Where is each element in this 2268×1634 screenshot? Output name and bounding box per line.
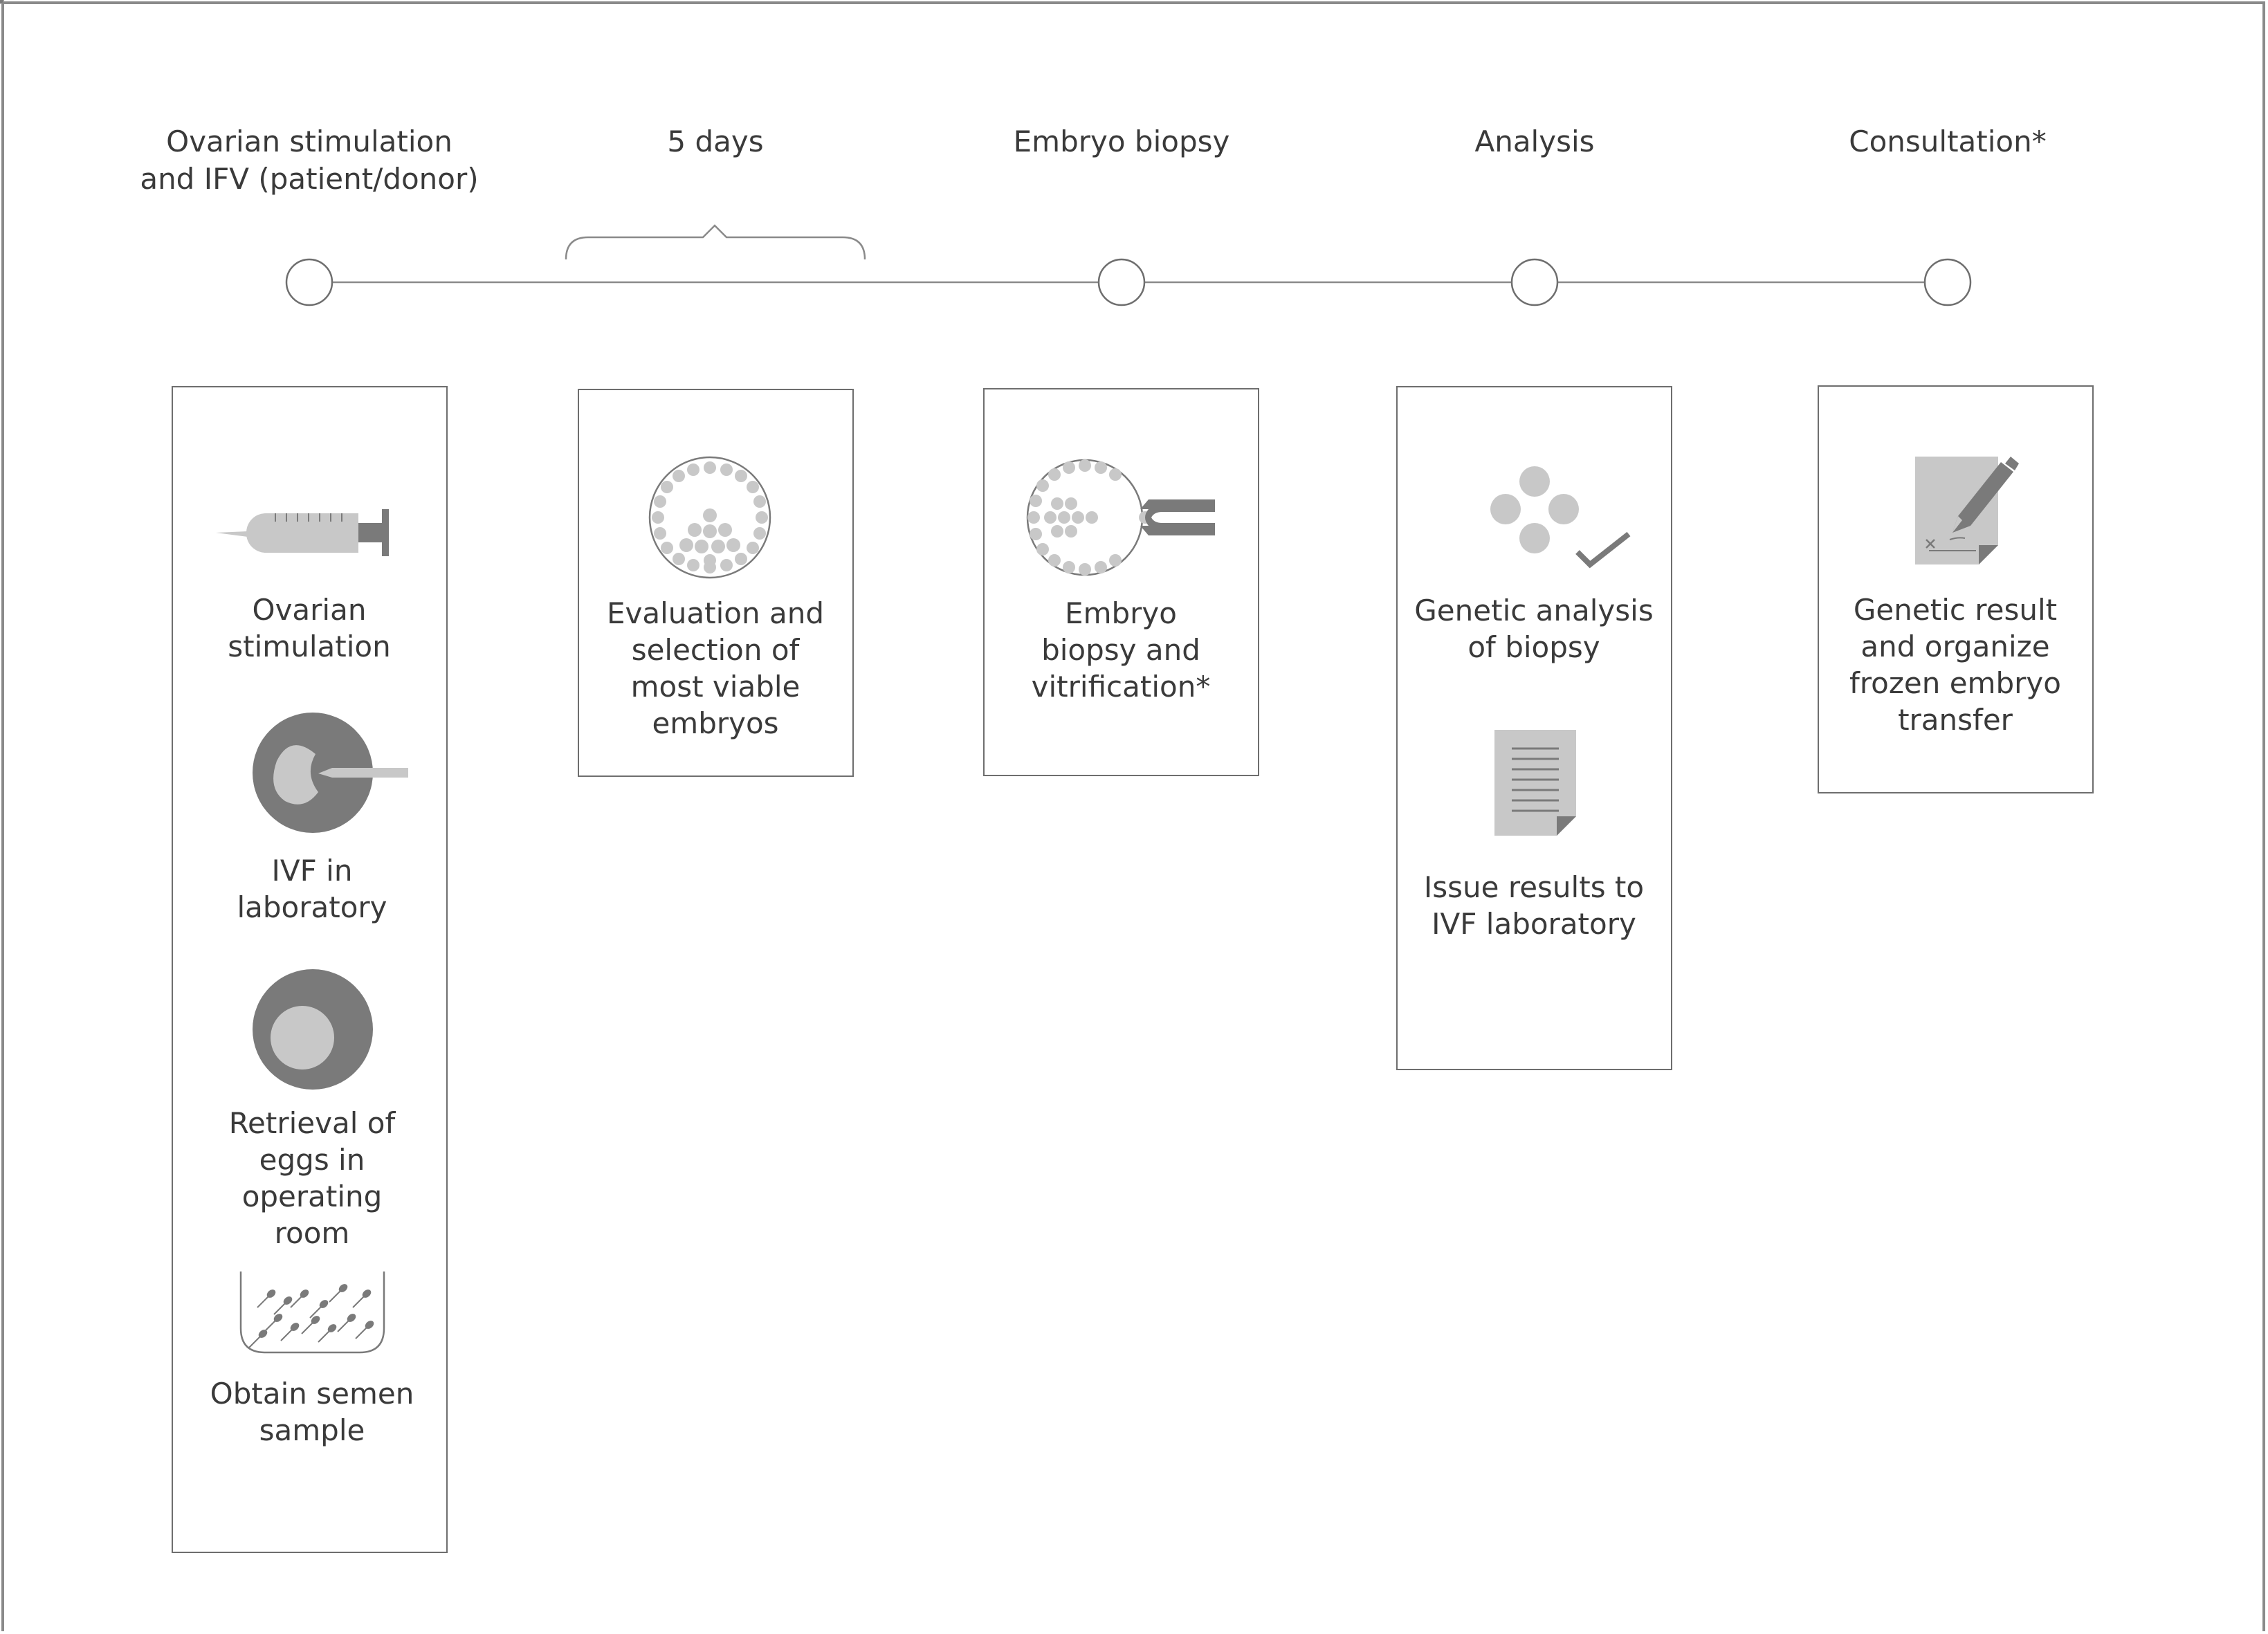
genetic-cells-check-icon xyxy=(1490,466,1631,569)
sperm-dish-icon xyxy=(239,1272,385,1354)
embryo-icon xyxy=(648,456,771,579)
biopsy-pipette-icon xyxy=(1026,459,1215,576)
step-semen-sample: Obtain semen sample xyxy=(210,1377,414,1447)
step-embryo-selection: Evaluation and selection of most viable … xyxy=(607,596,824,740)
step-genetic-result: Genetic result and organize frozen embry… xyxy=(1849,593,2061,737)
step-ovarian-stimulation: Ovarian stimulation xyxy=(228,593,391,663)
step-genetic-analysis: Genetic analysis of biopsy xyxy=(1414,594,1654,664)
step-issue-results: Issue results to IVF laboratory xyxy=(1423,870,1645,941)
ivf-pgt-timeline-diagram: Ovarian stimulation and IFV (patient/don… xyxy=(0,0,2268,1634)
egg-cell-icon xyxy=(253,969,373,1090)
step-embryo-biopsy: Embryo biopsy and vitrification* xyxy=(1031,596,1211,704)
step-ivf-laboratory: IVF in laboratory xyxy=(237,854,387,924)
signed-document-icon xyxy=(1915,457,2019,564)
step-egg-retrieval: Retrieval of eggs in operating room xyxy=(228,1106,396,1250)
syringe-icon xyxy=(216,509,389,556)
document-icon xyxy=(1494,730,1576,836)
ivf-injection-icon xyxy=(253,713,408,833)
